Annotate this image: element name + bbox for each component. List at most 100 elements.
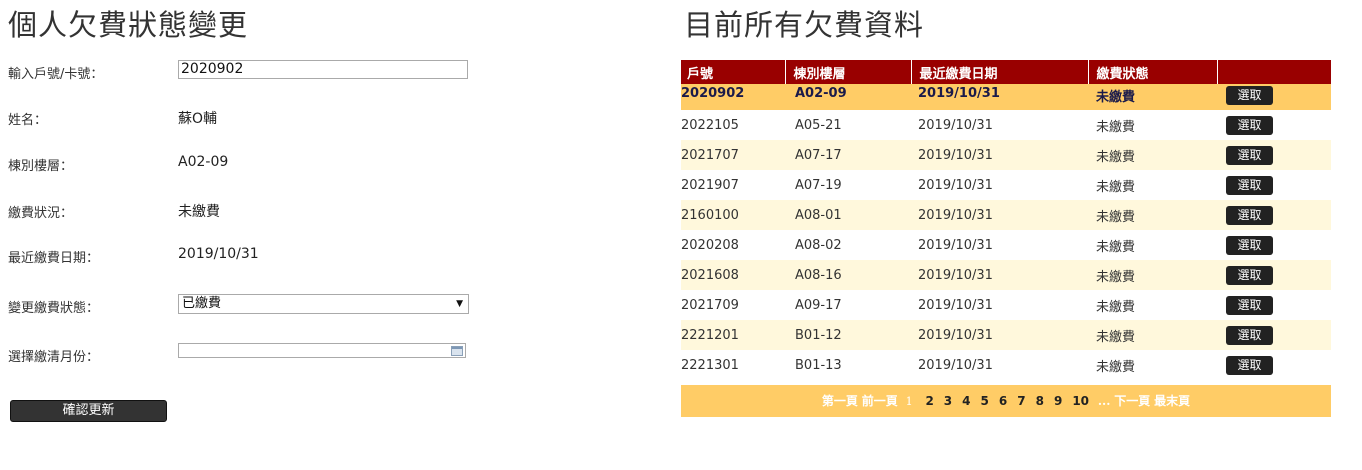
table-row[interactable]: 2021707 A07-17 2019/10/31 未繳費 選取 [681, 140, 1331, 170]
change-status-label: 變更繳費狀態： [8, 301, 100, 316]
table-row[interactable]: 2021709 A09-17 2019/10/31 未繳費 選取 [681, 290, 1331, 320]
cell-last-payment: 2019/10/31 [911, 140, 1088, 170]
cell-action: 選取 [1217, 84, 1331, 110]
pager-last[interactable]: 最末頁 [1154, 394, 1190, 408]
cell-action: 選取 [1217, 200, 1331, 230]
cell-status: 未繳費 [1088, 170, 1217, 200]
select-row-button[interactable]: 選取 [1226, 205, 1273, 225]
right-page-title: 目前所有欠費資料 [684, 8, 925, 42]
cell-household: 2021608 [681, 260, 785, 290]
status-label: 繳費狀況： [8, 206, 74, 221]
table-row[interactable]: 2020208 A08-02 2019/10/31 未繳費 選取 [681, 230, 1331, 260]
pager-page-7[interactable]: 7 [1017, 394, 1025, 408]
household-input[interactable] [178, 60, 468, 79]
cell-action: 選取 [1217, 260, 1331, 290]
month-label: 選擇繳清月份： [8, 350, 100, 365]
cell-building: A09-17 [785, 290, 911, 320]
cell-status: 未繳費 [1088, 350, 1217, 380]
cell-status: 未繳費 [1088, 290, 1217, 320]
pager-page-10[interactable]: 10 [1072, 394, 1089, 408]
cell-action: 選取 [1217, 110, 1331, 140]
cell-building: A08-01 [785, 200, 911, 230]
cell-household: 2020208 [681, 230, 785, 260]
row-month: 選擇繳清月份： [8, 343, 468, 365]
cell-last-payment: 2019/10/31 [911, 170, 1088, 200]
table-row[interactable]: 2021907 A07-19 2019/10/31 未繳費 選取 [681, 170, 1331, 200]
change-status-select[interactable]: 已繳費 ▼ [178, 294, 469, 314]
select-row-button[interactable]: 選取 [1226, 86, 1273, 105]
status-value: 未繳費 [178, 204, 220, 220]
cell-household: 2221201 [681, 320, 785, 350]
table-row[interactable]: 2221201 B01-12 2019/10/31 未繳費 選取 [681, 320, 1331, 350]
column-header-household: 戶號 [681, 60, 786, 84]
pager-pages: 2 3 4 5 6 7 8 9 10 [920, 394, 1094, 408]
pager-page-6[interactable]: 6 [999, 394, 1007, 408]
confirm-update-button[interactable]: 確認更新 [10, 400, 167, 422]
row-building: 棟別樓層： A02-09 [8, 152, 468, 174]
pager-page-8[interactable]: 8 [1036, 394, 1044, 408]
table-row[interactable]: 2022105 A05-21 2019/10/31 未繳費 選取 [681, 110, 1331, 140]
cell-household: 2160100 [681, 200, 785, 230]
cell-building: A08-02 [785, 230, 911, 260]
table-row[interactable]: 2221301 B01-13 2019/10/31 未繳費 選取 [681, 350, 1331, 380]
pager-page-2[interactable]: 2 [925, 394, 933, 408]
row-last-payment: 最近繳費日期： 2019/10/31 [8, 244, 468, 266]
cell-last-payment: 2019/10/31 [911, 320, 1088, 350]
table-row[interactable]: 2160100 A08-01 2019/10/31 未繳費 選取 [681, 200, 1331, 230]
cell-last-payment: 2019/10/31 [911, 230, 1088, 260]
cell-last-payment: 2019/10/31 [911, 84, 1088, 110]
cell-status: 未繳費 [1088, 230, 1217, 260]
cell-last-payment: 2019/10/31 [911, 260, 1088, 290]
pagination: 第一頁 前一頁 1 2 3 4 5 6 7 8 9 10 ... 下一頁 最末頁 [681, 385, 1331, 417]
select-row-button[interactable]: 選取 [1226, 325, 1273, 345]
cell-last-payment: 2019/10/31 [911, 200, 1088, 230]
building-value: A02-09 [178, 154, 229, 170]
cell-last-payment: 2019/10/31 [911, 110, 1088, 140]
table-row[interactable]: 2020902 A02-09 2019/10/31 未繳費 選取 [681, 84, 1331, 110]
column-header-building: 棟別樓層 [785, 60, 912, 84]
cell-status: 未繳費 [1088, 260, 1217, 290]
pager-ellipsis[interactable]: ... [1098, 394, 1111, 408]
select-row-button[interactable]: 選取 [1226, 145, 1273, 165]
select-row-button[interactable]: 選取 [1226, 295, 1273, 315]
pager-prev[interactable]: 前一頁 [862, 394, 898, 408]
select-row-button[interactable]: 選取 [1226, 175, 1273, 195]
column-header-status: 繳費狀態 [1088, 60, 1218, 84]
select-row-button[interactable]: 選取 [1226, 265, 1273, 285]
month-date-input[interactable] [178, 343, 466, 358]
name-label: 姓名： [8, 113, 48, 128]
cell-last-payment: 2019/10/31 [911, 350, 1088, 380]
cell-building: B01-13 [785, 350, 911, 380]
arrears-table: 戶號 棟別樓層 最近繳費日期 繳費狀態 2020902 A02-09 2019/10… [681, 60, 1331, 380]
cell-household: 2021709 [681, 290, 785, 320]
select-row-button[interactable]: 選取 [1226, 355, 1273, 375]
change-status-selected: 已繳費 [182, 296, 222, 311]
cell-action: 選取 [1217, 320, 1331, 350]
calendar-icon[interactable] [451, 346, 463, 356]
pager-page-4[interactable]: 4 [962, 394, 970, 408]
pager-current-page: 1 [905, 395, 913, 408]
building-label: 棟別樓層： [8, 159, 74, 174]
cell-building: A07-17 [785, 140, 911, 170]
chevron-down-icon: ▼ [456, 299, 463, 309]
select-row-button[interactable]: 選取 [1226, 235, 1273, 255]
pager-page-3[interactable]: 3 [944, 394, 952, 408]
cell-action: 選取 [1217, 350, 1331, 380]
pager-next[interactable]: 下一頁 [1114, 394, 1150, 408]
last-payment-label: 最近繳費日期： [8, 251, 100, 266]
cell-household: 2022105 [681, 110, 785, 140]
cell-action: 選取 [1217, 170, 1331, 200]
table-row[interactable]: 2021608 A08-16 2019/10/31 未繳費 選取 [681, 260, 1331, 290]
cell-action: 選取 [1217, 290, 1331, 320]
pager-page-5[interactable]: 5 [981, 394, 989, 408]
row-name: 姓名： 蘇O輔 [8, 106, 468, 128]
column-header-action [1217, 60, 1331, 84]
row-change-status: 變更繳費狀態： 已繳費 ▼ [8, 294, 469, 316]
table-header-row: 戶號 棟別樓層 最近繳費日期 繳費狀態 [681, 60, 1331, 84]
pager-page-9[interactable]: 9 [1054, 394, 1062, 408]
cell-building: A07-19 [785, 170, 911, 200]
cell-status: 未繳費 [1088, 200, 1217, 230]
cell-status: 未繳費 [1088, 84, 1217, 110]
pager-first[interactable]: 第一頁 [822, 394, 858, 408]
select-row-button[interactable]: 選取 [1226, 115, 1273, 135]
